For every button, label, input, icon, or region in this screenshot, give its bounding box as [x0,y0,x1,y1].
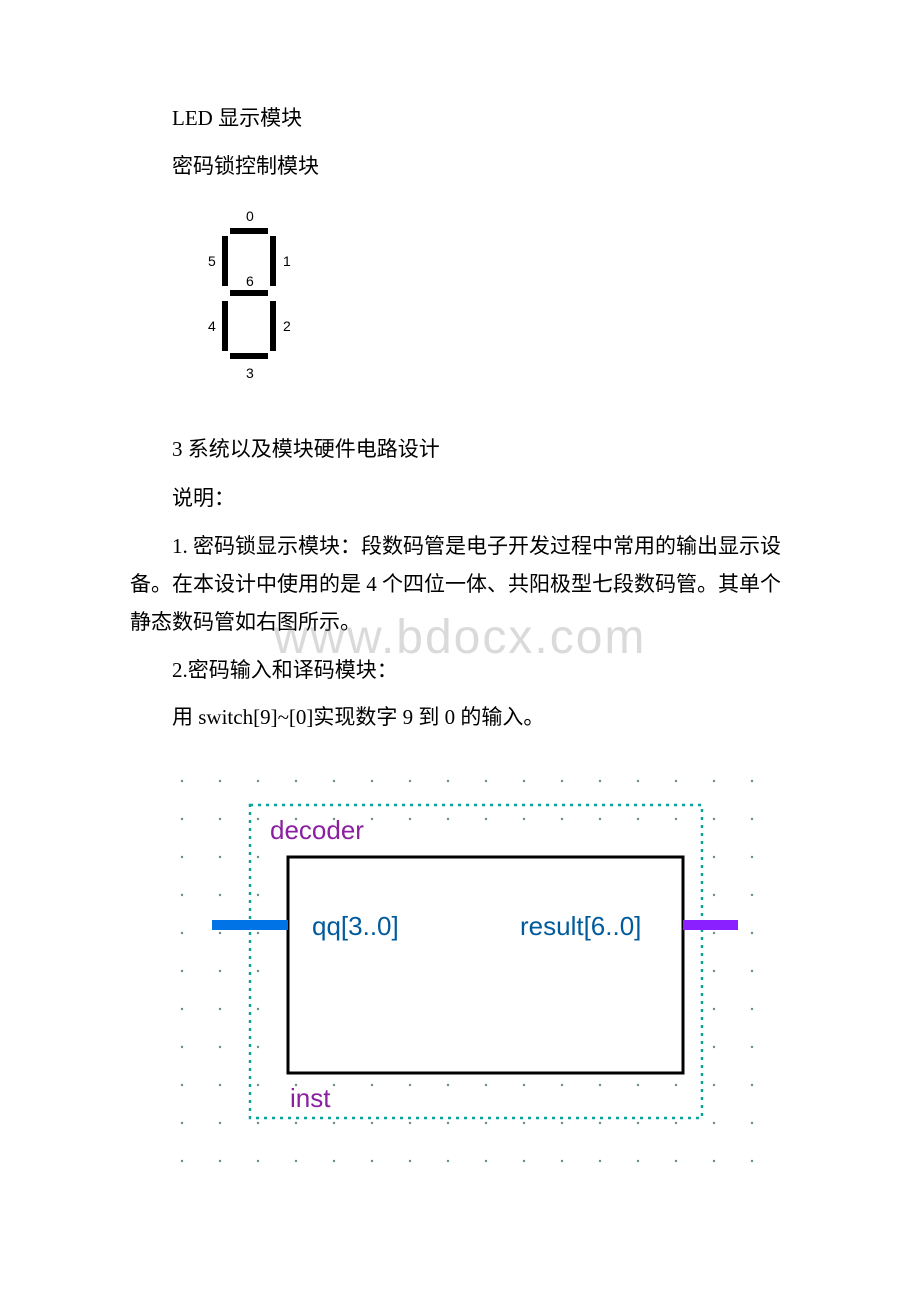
text-explain: 说明： [130,480,790,518]
seg-label-1: 1 [283,253,291,269]
seg-label-4: 4 [208,318,216,334]
decoder-inst-label: inst [290,1083,331,1113]
text-item-2: 2.密码输入和译码模块： [130,652,790,690]
text-led-module: LED 显示模块 [130,100,790,138]
seg-label-6: 6 [246,273,254,289]
text-lock-control-module: 密码锁控制模块 [130,148,790,186]
seg-label-2: 2 [283,318,291,334]
seg-label-0: 0 [246,208,254,224]
decoder-title: decoder [270,815,364,845]
seg-label-5: 5 [208,253,216,269]
text-switch-line: 用 switch[9]~[0]实现数字 9 到 0 的输入。 [130,699,790,737]
section-heading-3: 3 系统以及模块硬件电路设计 [130,431,790,469]
seven-segment-diagram: 0 1 2 3 4 5 6 [178,206,790,401]
decoder-block-diagram: decoder qq[3..0] result[6..0] inst [178,777,790,1182]
seg-label-3: 3 [246,365,254,381]
decoder-output-label: result[6..0] [520,911,641,941]
text-item-1: 1. 密码锁显示模块：段数码管是电子开发过程中常用的输出显示设备。在本设计中使用… [130,528,790,641]
decoder-input-label: qq[3..0] [312,911,399,941]
